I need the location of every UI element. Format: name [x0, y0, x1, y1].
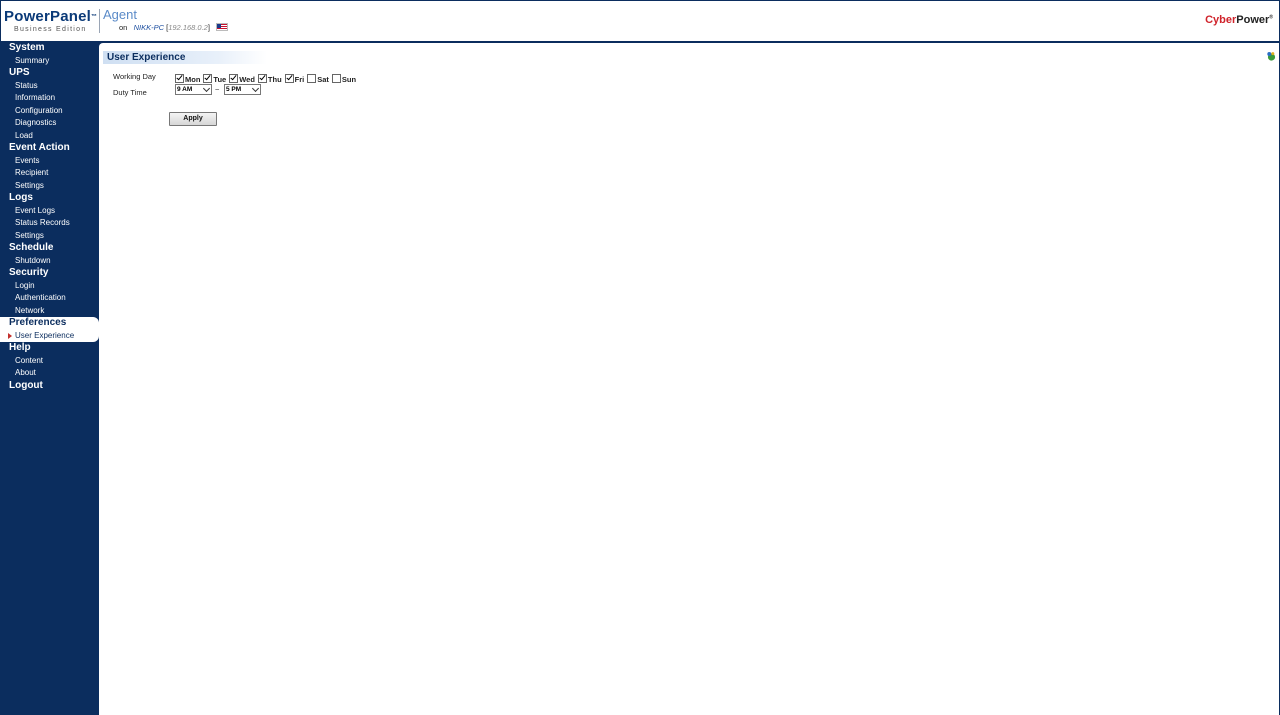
sidebar-item-shutdown[interactable]: Shutdown: [0, 255, 99, 268]
content-panel: User Experience Working Day Mon Tue Wed Thu…: [99, 43, 1279, 715]
day-option-sat[interactable]: Sat: [307, 74, 329, 85]
day-checkbox-sat[interactable]: [307, 74, 317, 83]
sidebar-item-events[interactable]: Events: [0, 155, 99, 168]
chevron-down-icon: [202, 84, 211, 93]
header: PowerPanel™ Business Edition Agent on NI…: [0, 0, 1280, 41]
working-day-options: Mon Tue Wed Thu Fri Sat Sun: [175, 69, 359, 84]
host-ip: 192.168.0.2: [168, 23, 208, 32]
sidebar-group-title: Event Action: [9, 142, 70, 153]
agent-on-label: on: [119, 23, 128, 32]
sidebar-group-help: Help Content About: [0, 342, 99, 380]
day-label: Thu: [267, 75, 282, 84]
sidebar-item-status-records[interactable]: Status Records: [0, 217, 99, 230]
sidebar-group-title: Help: [9, 342, 31, 353]
day-label: Wed: [239, 75, 255, 84]
brand-trademark: ™: [91, 14, 98, 20]
sidebar-group-ups: UPS Status Information Configuration Diagnos…: [0, 67, 99, 142]
duty-start-select[interactable]: 9 AM: [175, 84, 212, 95]
sidebar-item-event-logs[interactable]: Event Logs: [0, 205, 99, 218]
sidebar-item-diagnostics[interactable]: Diagnostics: [0, 117, 99, 130]
sidebar-group-title: System: [9, 42, 45, 53]
sidebar-item-configuration[interactable]: Configuration: [0, 105, 99, 118]
powerpanel-logo: PowerPanel™ Business Edition: [4, 9, 98, 34]
sidebar-item-settings[interactable]: Settings: [0, 230, 99, 243]
cyberpower-logo: CyberPower®: [1205, 14, 1273, 26]
chevron-down-icon: [251, 84, 260, 93]
duty-end-select[interactable]: 5 PM: [224, 84, 261, 95]
sidebar-item-login[interactable]: Login: [0, 280, 99, 293]
sidebar-group-title: UPS: [9, 67, 30, 78]
day-checkbox-thu[interactable]: [257, 74, 267, 83]
sidebar-group-title: Security: [9, 267, 49, 278]
help-icon[interactable]: [1266, 51, 1276, 61]
sidebar-item-settings[interactable]: Settings: [0, 180, 99, 193]
host-name: NIKK-PC: [133, 23, 165, 32]
day-option-thu[interactable]: Thu: [257, 74, 282, 85]
sidebar-item-status[interactable]: Status: [0, 80, 99, 93]
sidebar-group-title: Preferences: [9, 317, 67, 328]
sidebar-group-event-action: Event Action Events Recipient Settings: [0, 142, 99, 192]
day-label: Tue: [213, 75, 227, 84]
sidebar-group-schedule: Schedule Shutdown: [0, 242, 99, 267]
sidebar-item-content[interactable]: Content: [0, 355, 99, 368]
sidebar-item-information[interactable]: Information: [0, 92, 99, 105]
day-option-sun[interactable]: Sun: [331, 74, 357, 85]
day-label: Sun: [341, 75, 357, 84]
day-option-fri[interactable]: Fri: [284, 74, 305, 85]
agent-title: Agent: [103, 7, 137, 22]
duty-end-value: 5 PM: [226, 86, 242, 93]
day-checkbox-sun[interactable]: [331, 74, 341, 83]
brand-edition: Business Edition: [14, 26, 87, 33]
sidebar-group-title: Logs: [9, 192, 33, 203]
duty-time-separator: ~: [215, 85, 220, 94]
day-checkbox-tue[interactable]: [203, 74, 213, 83]
vendor-power: Power: [1236, 14, 1270, 26]
us-flag-icon[interactable]: [216, 23, 229, 31]
duty-time-label: Duty Time: [113, 88, 147, 97]
sidebar-group-preferences: Preferences User Experience: [0, 317, 99, 342]
day-label: Mon: [185, 75, 201, 84]
sidebar-item-about[interactable]: About: [0, 367, 99, 380]
sidebar-item-recipient[interactable]: Recipient: [0, 167, 99, 180]
sidebar-item-authentication[interactable]: Authentication: [0, 292, 99, 305]
sidebar-item-load[interactable]: Load: [0, 130, 99, 143]
day-label: Fri: [294, 75, 305, 84]
duty-start-value: 9 AM: [177, 86, 193, 93]
day-label: Sat: [317, 75, 329, 84]
page-title: User Experience: [103, 51, 267, 64]
sidebar-group-title: Schedule: [9, 242, 54, 253]
sidebar-item-summary[interactable]: Summary: [0, 55, 99, 68]
host-ip-close: ]: [207, 23, 210, 32]
header-divider: [99, 9, 100, 33]
brand-name: PowerPanel: [4, 8, 92, 25]
vendor-mark: ®: [1269, 14, 1273, 21]
sidebar-group-system: System Summary: [0, 42, 99, 67]
sidebar-group-logs: Logs Event Logs Status Records Settings: [0, 192, 99, 242]
logout-link[interactable]: Logout: [0, 380, 99, 393]
vendor-cyber: Cyber: [1205, 14, 1237, 26]
sidebar-item-network[interactable]: Network: [0, 305, 99, 318]
day-checkbox-mon[interactable]: [175, 74, 184, 83]
sidebar-group-security: Security Login Authentication Network: [0, 267, 99, 317]
day-checkbox-fri[interactable]: [284, 74, 294, 83]
working-day-label: Working Day: [113, 72, 156, 81]
sidebar: System Summary UPS Status Information Configu…: [0, 42, 99, 715]
sidebar-item-user-experience[interactable]: User Experience: [0, 330, 99, 343]
agent-host-info: on NIKK-PC [192.168.0.2]: [119, 23, 229, 33]
apply-button[interactable]: Apply: [169, 112, 217, 126]
day-checkbox-wed[interactable]: [229, 74, 239, 83]
